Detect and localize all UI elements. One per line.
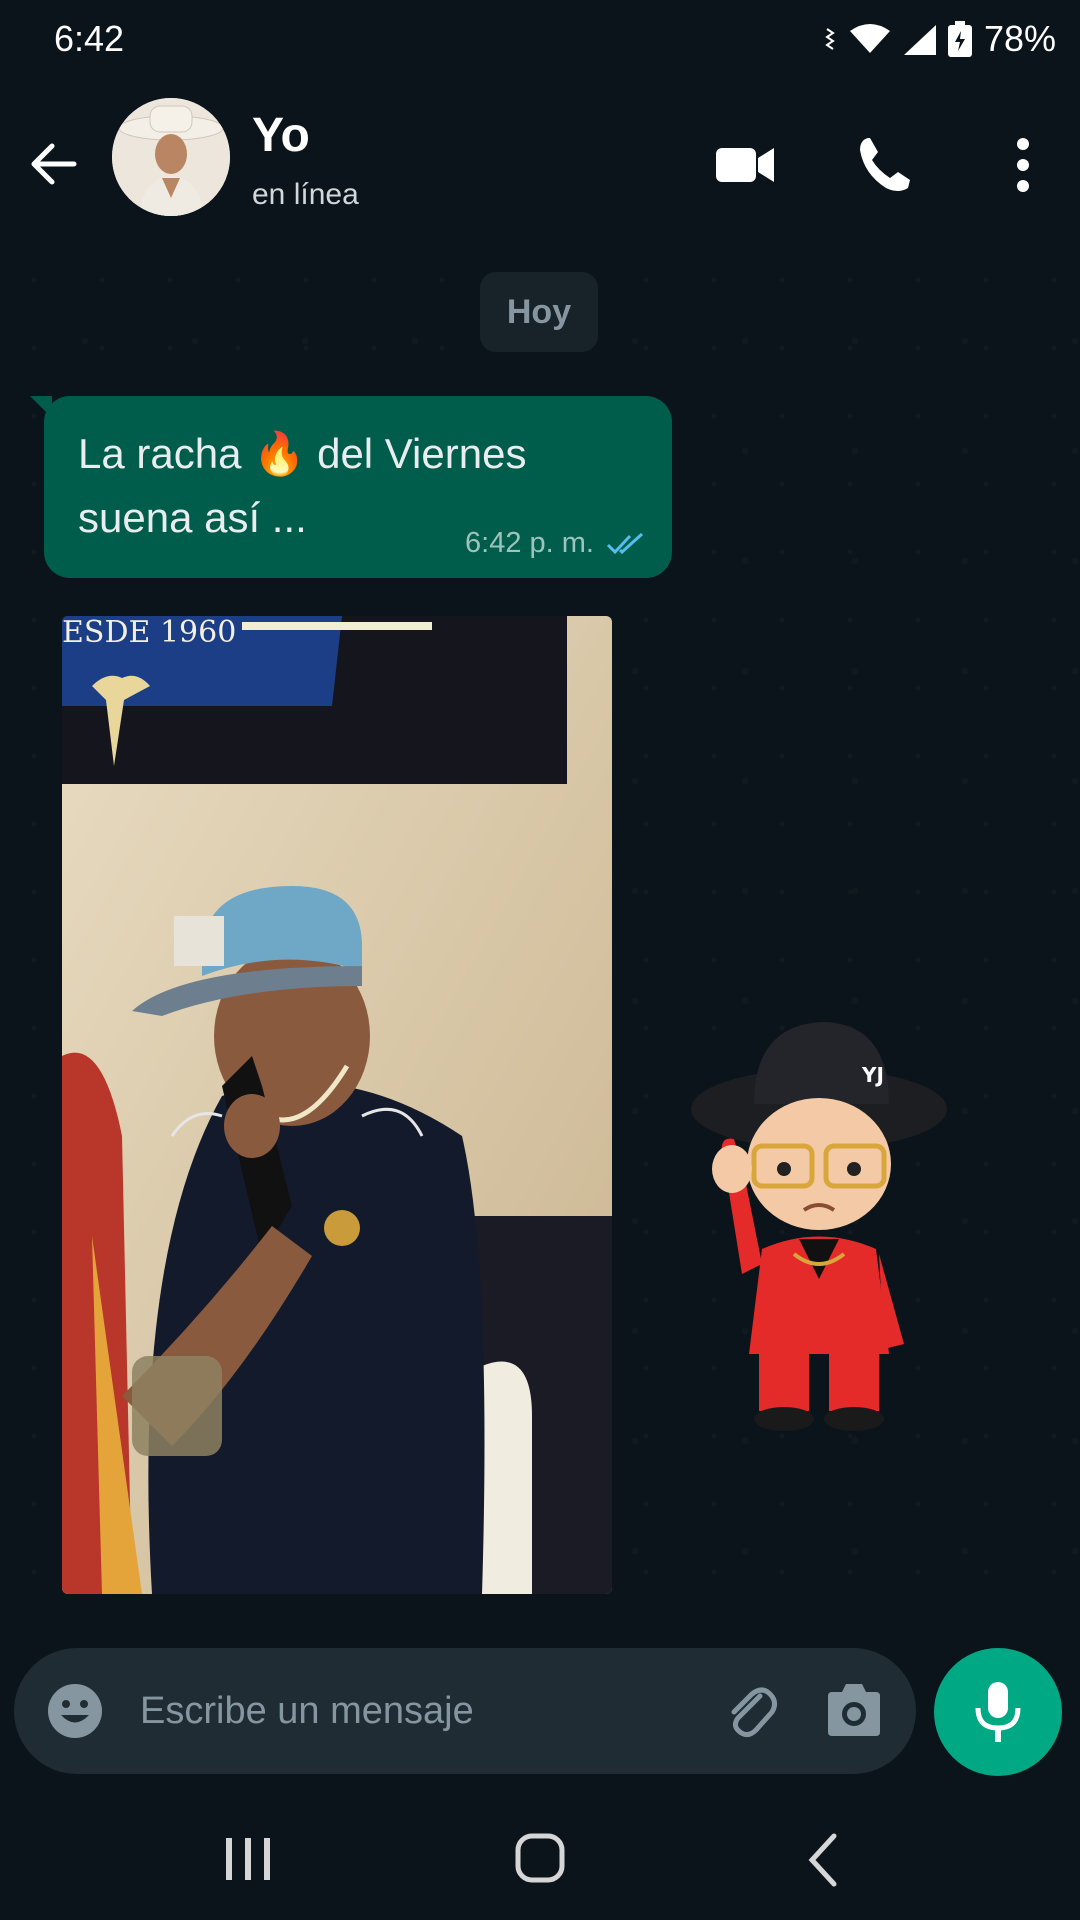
wifi-icon bbox=[849, 24, 890, 53]
chat-header: Yo en línea bbox=[0, 82, 1080, 246]
video-call-icon[interactable] bbox=[710, 130, 780, 200]
battery-icon bbox=[947, 21, 972, 57]
more-vert-icon[interactable] bbox=[988, 130, 1058, 200]
media-sign-text: ESDE 1960 bbox=[62, 616, 236, 650]
vibrate-icon bbox=[825, 28, 835, 50]
battery-percent: 78% bbox=[983, 18, 1056, 59]
contact-name[interactable]: Yo bbox=[252, 108, 310, 163]
attach-icon[interactable] bbox=[720, 1680, 780, 1740]
outgoing-message-bubble[interactable]: La racha 🔥 del Viernes suena así ... 6:4… bbox=[30, 396, 672, 578]
status-time: 6:42 bbox=[54, 18, 125, 59]
sticker-message[interactable]: YJ bbox=[684, 1014, 954, 1434]
message-line-1: La racha 🔥 del Viernes bbox=[78, 430, 527, 477]
avatar-image bbox=[112, 98, 230, 216]
contact-status: en línea bbox=[252, 178, 359, 211]
media-message-image[interactable]: ESDE 1960 bbox=[62, 616, 612, 1594]
home-nav-icon[interactable] bbox=[512, 1830, 568, 1886]
sticker-hat-text: YJ bbox=[861, 1063, 884, 1087]
sticker-image: YJ bbox=[691, 1022, 947, 1431]
mic-button[interactable] bbox=[934, 1648, 1062, 1776]
message-meta: 6:42 p. m. bbox=[465, 527, 646, 560]
status-icons: 78% bbox=[824, 18, 1056, 60]
media-image: ESDE 1960 bbox=[62, 616, 612, 1594]
mic-icon bbox=[975, 1682, 1021, 1742]
recents-nav-icon[interactable] bbox=[220, 1836, 276, 1882]
camera-icon[interactable] bbox=[824, 1682, 884, 1738]
chat-area[interactable]: Hoy La racha 🔥 del Viernes suena así ...… bbox=[0, 246, 1080, 1616]
avatar[interactable] bbox=[112, 98, 230, 216]
phone-icon[interactable] bbox=[850, 130, 920, 200]
date-chip: Hoy bbox=[480, 272, 598, 352]
system-nav-bar bbox=[0, 1790, 1080, 1920]
message-input[interactable]: Escribe un mensaje bbox=[140, 1690, 474, 1733]
bubble-tail bbox=[30, 396, 52, 418]
signal-icon bbox=[903, 25, 936, 55]
back-arrow-icon[interactable] bbox=[24, 134, 84, 194]
message-time: 6:42 p. m. bbox=[465, 527, 594, 559]
message-composer[interactable]: Escribe un mensaje bbox=[14, 1648, 916, 1774]
emoji-icon[interactable] bbox=[46, 1682, 104, 1740]
status-bar: 6:42 78% bbox=[0, 0, 1080, 82]
back-nav-icon[interactable] bbox=[804, 1832, 844, 1888]
double-check-icon bbox=[606, 532, 644, 554]
